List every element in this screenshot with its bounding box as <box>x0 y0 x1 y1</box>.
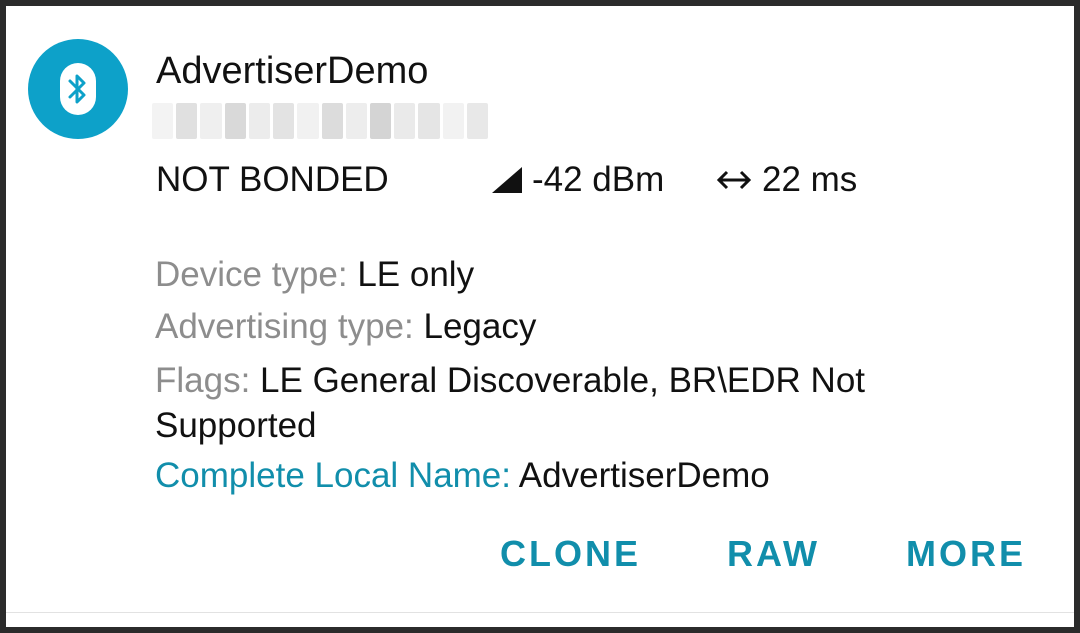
interval-arrows-icon <box>716 170 752 190</box>
rssi-value: -42 dBm <box>532 160 665 199</box>
device-type-label: Device type: <box>155 255 348 294</box>
rssi-group: -42 dBm <box>490 160 716 200</box>
advertising-details: Device type: LE only Advertising type: L… <box>155 249 945 502</box>
flags-row: Flags: LE General Discoverable, BR\EDR N… <box>155 358 945 448</box>
advertising-type-row: Advertising type: Legacy <box>155 301 945 353</box>
signal-strength-icon <box>492 167 522 193</box>
device-type-value: LE only <box>357 255 475 294</box>
device-card[interactable]: AdvertiserDemo NOT BONDED -42 dBm 22 ms … <box>6 6 1074 627</box>
local-name-label: Complete Local Name: <box>155 456 511 495</box>
bond-state: NOT BONDED <box>156 160 389 199</box>
advertising-type-label: Advertising type: <box>155 307 414 346</box>
action-bar: CLONE RAW MORE <box>500 533 1026 575</box>
raw-button[interactable]: RAW <box>727 533 820 575</box>
card-divider <box>6 612 1074 613</box>
device-name: AdvertiserDemo <box>156 50 429 92</box>
advertising-type-value: Legacy <box>423 307 537 346</box>
flags-label: Flags: <box>155 361 251 400</box>
device-avatar <box>28 39 128 139</box>
local-name-value: AdvertiserDemo <box>518 456 770 495</box>
clone-button[interactable]: CLONE <box>500 533 641 575</box>
more-button[interactable]: MORE <box>906 533 1026 575</box>
local-name-row: Complete Local Name: AdvertiserDemo <box>155 450 945 502</box>
flags-value: LE General Discoverable, BR\EDR Not Supp… <box>155 361 866 445</box>
device-address-redacted <box>152 103 489 139</box>
bluetooth-icon <box>60 63 96 115</box>
interval-value: 22 ms <box>762 160 858 199</box>
device-type-row: Device type: LE only <box>155 249 945 301</box>
status-row: NOT BONDED -42 dBm 22 ms <box>156 160 857 200</box>
interval-group: 22 ms <box>716 160 857 200</box>
